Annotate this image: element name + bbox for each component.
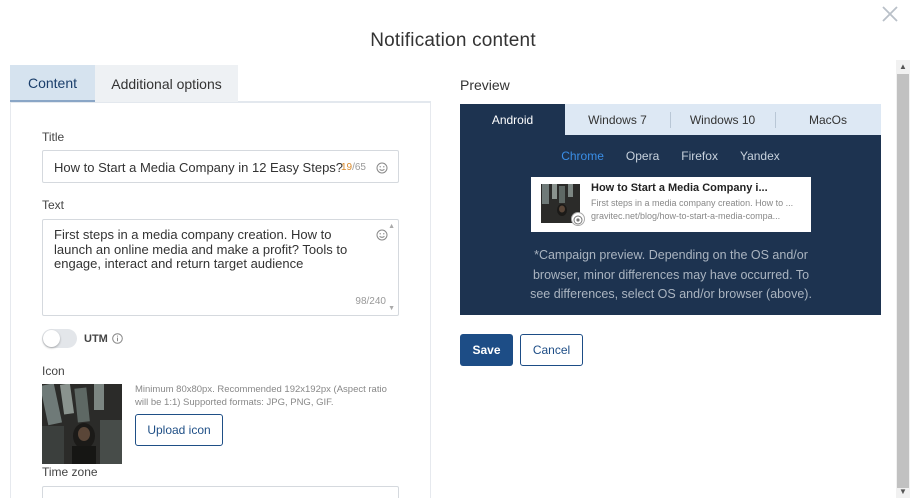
toggle-knob	[43, 330, 60, 347]
tab-macos[interactable]: MacOs	[775, 104, 881, 135]
tab-windows-7[interactable]: Windows 7	[565, 104, 670, 135]
tab-yandex[interactable]: Yandex	[729, 149, 791, 163]
notification-text: First steps in a media company creation.…	[591, 198, 794, 208]
tab-opera[interactable]: Opera	[615, 149, 670, 163]
modal-title: Notification content	[370, 30, 536, 51]
tab-windows-10[interactable]: Windows 10	[670, 104, 775, 135]
icon-image	[42, 384, 122, 464]
close-icon[interactable]	[880, 4, 900, 24]
preview-panel: Android Windows 7 Windows 10 MacOs Chrom…	[460, 104, 881, 315]
scrollbar[interactable]: ▲ ▼	[896, 60, 910, 498]
emoji-icon[interactable]	[376, 228, 388, 241]
timezone-select[interactable]	[42, 486, 399, 498]
scroll-down-icon[interactable]: ▼	[388, 305, 395, 312]
notification-url: gravitec.net/blog/how-to-start-a-media-c…	[591, 211, 781, 221]
utm-toggle[interactable]	[42, 329, 77, 348]
scroll-up-icon[interactable]: ▲	[896, 60, 910, 73]
notification-preview: How to Start a Media Company i... First …	[531, 177, 811, 232]
text-char-counter: 98/240	[355, 296, 386, 307]
tab-android[interactable]: Android	[460, 104, 565, 135]
scroll-up-icon[interactable]: ▲	[388, 223, 395, 230]
cancel-button[interactable]: Cancel	[520, 334, 583, 366]
info-icon[interactable]	[112, 333, 123, 344]
title-input[interactable]: How to Start a Media Company in 12 Easy …	[42, 150, 399, 183]
chrome-icon	[571, 212, 585, 226]
text-textarea[interactable]: First steps in a media company creation.…	[42, 219, 399, 316]
notification-title: How to Start a Media Company i...	[591, 182, 768, 194]
title-label: Title	[42, 130, 65, 144]
upload-icon-button[interactable]: Upload icon	[135, 414, 223, 446]
tab-chrome[interactable]: Chrome	[550, 149, 615, 163]
emoji-icon[interactable]	[376, 161, 388, 174]
save-button[interactable]: Save	[460, 334, 513, 366]
scrollbar-thumb[interactable]	[897, 74, 909, 488]
browser-tabs: Chrome Opera Firefox Yandex	[460, 149, 881, 163]
utm-label: UTM	[84, 333, 108, 345]
text-label: Text	[42, 198, 65, 212]
tab-additional-options[interactable]: Additional options	[95, 65, 238, 102]
title-value: How to Start a Media Company in 12 Easy …	[54, 160, 344, 175]
timezone-label: Time zone	[42, 465, 98, 479]
preview-disclaimer: *Campaign preview. Depending on the OS a…	[530, 248, 812, 301]
icon-label: Icon	[42, 364, 65, 378]
preview-label: Preview	[460, 77, 510, 93]
scroll-down-icon[interactable]: ▼	[896, 485, 910, 498]
text-value: First steps in a media company creation.…	[54, 227, 348, 271]
tab-firefox[interactable]: Firefox	[670, 149, 729, 163]
tab-content[interactable]: Content	[10, 65, 95, 102]
content-tabs: Content Additional options	[10, 65, 431, 103]
icon-requirements-note: Minimum 80x80px. Recommended 192x192px (…	[135, 384, 387, 408]
title-char-counter: 19/65	[340, 162, 366, 173]
os-tabs: Android Windows 7 Windows 10 MacOs	[460, 104, 881, 135]
